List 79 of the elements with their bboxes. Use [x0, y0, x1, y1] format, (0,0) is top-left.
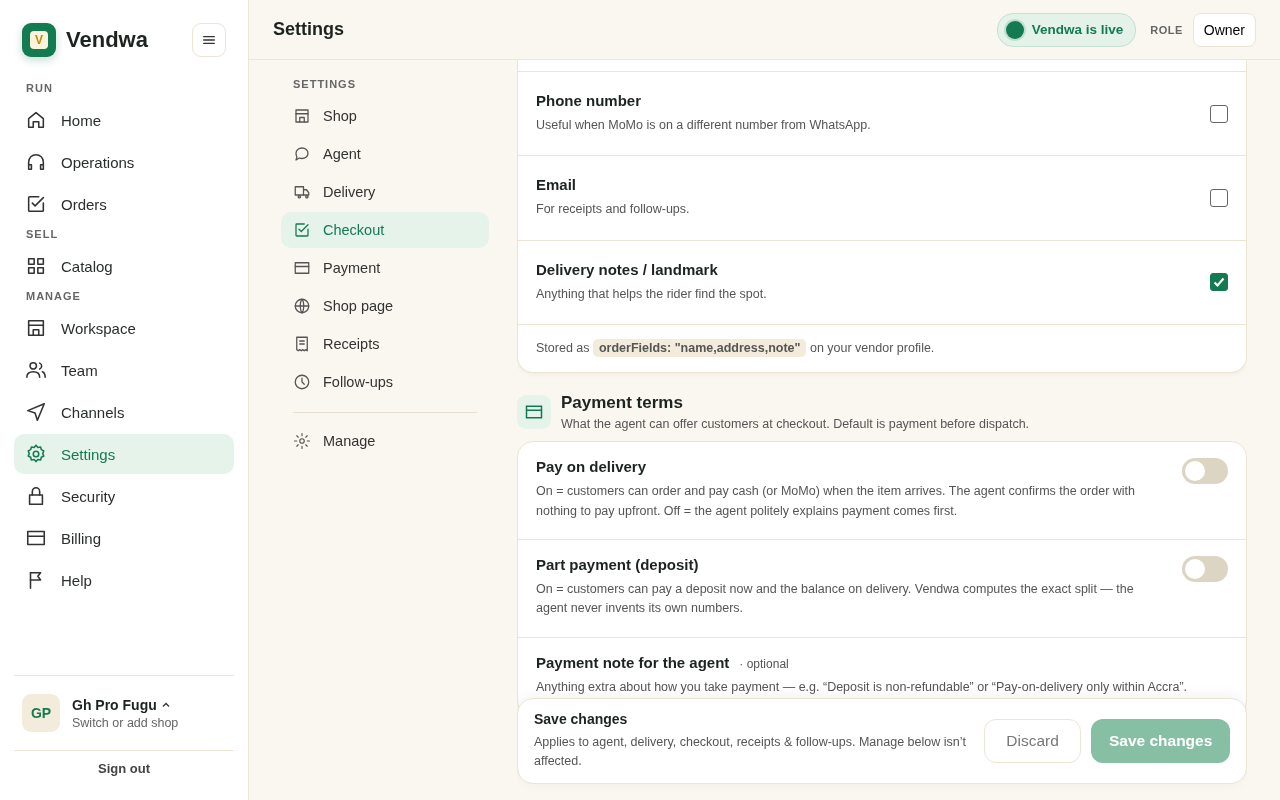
field-title: Email [536, 176, 578, 194]
discard-button[interactable]: Discard [984, 719, 1082, 763]
avatar: GP [22, 694, 60, 732]
section-label: SETTINGS [292, 78, 357, 90]
section-title: Payment terms [561, 393, 684, 414]
send-icon [25, 401, 47, 423]
option-description: On = customers can order and pay cash (or MoMo) when the item arrives. The agent confirms the order with nothing to pay upfront. Off = the agent politely explains payment comes first. [536, 483, 1136, 520]
section-description: What the agent can offer customers at checkout. Default is payment before dispatch. [561, 417, 1030, 432]
option-title: Pay on delivery [536, 458, 647, 476]
checkbox[interactable] [1210, 189, 1228, 208]
globe-icon [293, 297, 311, 315]
sidebar-item[interactable]: Security [14, 476, 234, 516]
option-description: On = customers can pay a deposit now and the balance on delivery. Vendwa computes the exact split — the agent never invents its own numbers. [536, 580, 1135, 618]
field-description: For receipts and follow-ups. [536, 201, 691, 219]
checkbox[interactable] [1210, 104, 1228, 123]
toggle-switch[interactable] [1182, 458, 1228, 485]
sidebar-item[interactable]: Channels [14, 392, 234, 432]
status-dot-icon [1005, 20, 1024, 39]
save-bar-title: Save changes [534, 711, 629, 728]
option-title: Part payment (deposit) [536, 555, 699, 573]
people-icon [25, 359, 47, 381]
field-title: Phone number [536, 92, 642, 109]
settings-nav-item[interactable]: Receipts [281, 326, 489, 362]
field-description: Anything that helps the rider find the spot. [536, 285, 768, 303]
sidebar-item[interactable]: Orders [14, 184, 234, 224]
card-icon [517, 395, 551, 430]
settings-nav-item[interactable]: Checkout [281, 212, 489, 248]
checkbox-icon [25, 193, 47, 215]
card-icon [293, 259, 311, 277]
settings-nav-item[interactable]: Agent [281, 136, 489, 172]
settings-nav-item[interactable]: Delivery [281, 174, 489, 210]
save-bar-description: Applies to agent, delivery, checkout, receipts & follow-ups. Manage below isn’t affected. [534, 734, 967, 770]
clock-icon [293, 373, 311, 391]
sidebar-item[interactable]: Settings [14, 434, 234, 474]
role-button[interactable]: Owner [1192, 12, 1256, 47]
account-subtitle: Switch or add shop [72, 715, 179, 730]
store-icon [293, 107, 311, 125]
settings-nav-item[interactable]: Shop page [281, 288, 489, 324]
storage-note: Stored as orderFields: "name,address,note" on your vendor profile. [536, 341, 936, 356]
brand-name: Vendwa [66, 27, 149, 53]
account-name[interactable]: Gh Pro Fugu [72, 696, 157, 713]
logo-icon: V [22, 23, 56, 57]
settings-nav-item[interactable]: Payment [281, 250, 489, 286]
checkbox-icon [293, 221, 311, 239]
home-icon [25, 109, 47, 131]
sidebar-item[interactable]: Billing [14, 518, 234, 558]
sidebar-item[interactable]: Home [14, 100, 234, 140]
field-title: Delivery notes / landmark [536, 260, 719, 278]
store-icon [25, 317, 47, 339]
sidebar-item[interactable]: Help [14, 560, 234, 600]
headphones-icon [25, 151, 47, 173]
sun-icon [293, 432, 311, 450]
section-label: RUN [25, 82, 54, 94]
page-title: Settings [273, 19, 344, 40]
sidebar-item[interactable]: Operations [14, 142, 234, 182]
settings-icon [25, 443, 47, 465]
status-pill: Vendwa is live [996, 12, 1137, 47]
sidebar-item[interactable]: Workspace [14, 308, 234, 348]
sign-out-link[interactable]: Sign out [98, 761, 150, 776]
receipt-icon [293, 335, 311, 353]
sidebar-item[interactable]: Catalog [14, 246, 234, 286]
field-description: Useful when MoMo is on a different number from WhatsApp. [536, 117, 872, 134]
section-label: MANAGE [25, 290, 82, 302]
sidebar-item[interactable]: Team [14, 350, 234, 390]
settings-nav-item[interactable]: Manage [281, 423, 489, 459]
option-description: Anything extra about how you take payment — e.g. “Deposit is non-refundable” or “Pay-on-delivery only within Accra”. [536, 678, 1189, 696]
truck-icon [293, 183, 311, 201]
settings-nav-item[interactable]: Shop [281, 98, 489, 134]
role-label: ROLE [1150, 23, 1183, 36]
option-title: Payment note for the agent [536, 653, 730, 671]
settings-nav-item[interactable]: Follow-ups [281, 364, 489, 400]
section-label: SELL [25, 228, 60, 240]
toggle-switch[interactable] [1182, 555, 1228, 582]
checkbox[interactable] [1210, 273, 1228, 292]
optional-label: · optional [739, 656, 789, 671]
menu-button[interactable] [192, 23, 226, 57]
chat-icon [293, 145, 311, 163]
code-snippet: orderFields: "name,address,note" [593, 339, 807, 358]
grid-icon [25, 255, 47, 277]
